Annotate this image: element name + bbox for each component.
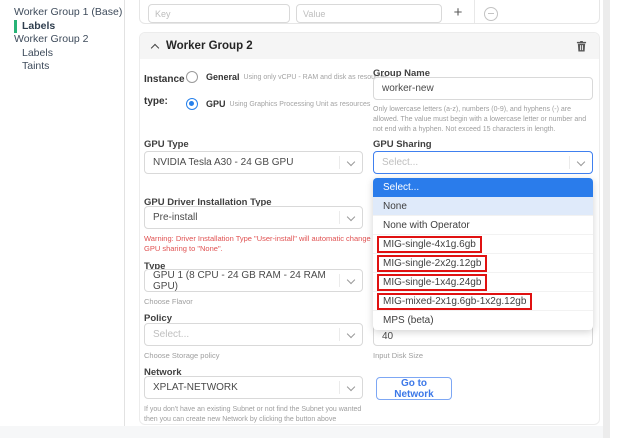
flavor-select[interactable]: GPU 1 (8 CPU - 24 GB RAM - 24 RAM GPU) xyxy=(144,269,363,292)
policy-placeholder: Select... xyxy=(153,329,189,340)
gpu-sharing-select[interactable]: Select... xyxy=(373,151,593,174)
divider xyxy=(474,0,475,23)
chevron-down-icon xyxy=(347,329,355,337)
chevron-down-icon xyxy=(347,275,355,283)
radio-gpu-label: GPU xyxy=(206,99,226,109)
chevron-down-icon xyxy=(347,382,355,390)
option-label: None with Operator xyxy=(383,220,470,231)
select-arrow-zone xyxy=(339,274,362,287)
gpu-sharing-label: GPU Sharing xyxy=(373,139,432,150)
dropdown-option-mig-mixed[interactable]: MIG-mixed-2x1g.6gb-1x2g.12gb xyxy=(373,292,593,311)
sidebar-item-labels-1-active[interactable]: Labels xyxy=(14,20,124,34)
select-arrow-zone xyxy=(339,156,362,169)
option-label: MIG-mixed-2x1g.6gb-1x2g.12gb xyxy=(383,296,526,307)
dropdown-option-mig-single-1x4g[interactable]: MIG-single-1x4g.24gb xyxy=(373,273,593,292)
red-highlight-box: MIG-single-1x4g.24gb xyxy=(377,274,487,291)
option-label: MIG-single-4x1g.6gb xyxy=(383,239,476,250)
worker-group-form-screen: Worker Group 1 (Base) Labels Worker Grou… xyxy=(0,0,624,438)
panel-body: Instance type: General Using only vCPU -… xyxy=(140,59,599,425)
radio-general-icon xyxy=(186,71,198,83)
option-label: None xyxy=(383,201,407,212)
disk-size-value: 40 xyxy=(382,331,393,342)
disk-size-helper: Input Disk Size xyxy=(373,351,423,361)
network-helper: If you don't have an existing Subnet or … xyxy=(144,405,372,424)
sidebar-item-worker-group-2[interactable]: Worker Group 2 xyxy=(0,33,124,47)
flavor-value: GPU 1 (8 CPU - 24 GB RAM - 24 RAM GPU) xyxy=(153,270,339,292)
dropdown-option-none[interactable]: None xyxy=(373,197,593,216)
policy-select[interactable]: Select... xyxy=(144,323,363,346)
gpu-sharing-placeholder: Select... xyxy=(382,157,418,168)
option-label: MIG-single-2x2g.12gb xyxy=(383,258,481,269)
chevron-down-icon xyxy=(577,157,585,165)
gpu-type-value: NVIDIA Tesla A30 - 24 GB GPU xyxy=(153,157,293,168)
dropdown-option-none-with-operator[interactable]: None with Operator xyxy=(373,216,593,235)
dropdown-option-select[interactable]: Select... xyxy=(373,178,593,197)
radio-gpu-icon xyxy=(186,98,198,110)
panel-header: Worker Group 2 xyxy=(140,33,599,59)
sidebar: Worker Group 1 (Base) Labels Worker Grou… xyxy=(0,0,125,426)
option-label: MPS (beta) xyxy=(383,315,434,326)
instance-type-label: Instance type: xyxy=(144,69,185,113)
dropdown-option-mig-single-4x1g[interactable]: MIG-single-4x1g.6gb xyxy=(373,235,593,254)
red-highlight-box: MIG-single-4x1g.6gb xyxy=(377,236,482,253)
gpu-type-label: GPU Type xyxy=(144,139,189,150)
go-to-network-button[interactable]: Go to Network xyxy=(376,377,452,400)
select-arrow-zone xyxy=(339,328,362,341)
worker-group-2-panel: Worker Group 2 Instance type: General Us… xyxy=(139,32,600,425)
sidebar-item-taints[interactable]: Taints xyxy=(0,60,124,74)
dropdown-option-mps-beta[interactable]: MPS (beta) xyxy=(373,311,593,330)
main-content: + Worker Group 2 Instance type: xyxy=(139,0,600,438)
panel-title: Worker Group 2 xyxy=(166,40,253,52)
option-label: Select... xyxy=(383,182,419,193)
gpu-driver-value: Pre-install xyxy=(153,212,197,223)
chevron-down-icon xyxy=(347,157,355,165)
select-arrow-zone xyxy=(339,211,362,224)
group-name-input[interactable] xyxy=(373,77,593,100)
gpu-type-select[interactable]: NVIDIA Tesla A30 - 24 GB GPU xyxy=(144,151,363,174)
trash-icon xyxy=(576,40,587,52)
policy-helper: Choose Storage policy xyxy=(144,351,219,361)
radio-general-label: General xyxy=(206,72,240,82)
red-highlight-box: MIG-mixed-2x1g.6gb-1x2g.12gb xyxy=(377,293,532,310)
collapse-chevron-icon[interactable] xyxy=(151,43,159,51)
labels-key-value-card: + xyxy=(139,0,600,24)
red-highlight-box: MIG-single-2x2g.12gb xyxy=(377,255,487,272)
flavor-helper: Choose Flavor xyxy=(144,297,193,307)
group-name-helper: Only lowercase letters (a-z), numbers (0… xyxy=(373,105,595,135)
key-input[interactable] xyxy=(148,4,290,23)
value-input[interactable] xyxy=(296,4,442,23)
driver-warning-text: Warning: Driver Installation Type "User-… xyxy=(144,234,372,253)
chevron-down-icon xyxy=(347,212,355,220)
scrollbar[interactable] xyxy=(603,0,610,438)
dropdown-option-mig-single-2x2g[interactable]: MIG-single-2x2g.12gb xyxy=(373,254,593,273)
gpu-driver-select[interactable]: Pre-install xyxy=(144,206,363,229)
gpu-sharing-dropdown: Select... None None with Operator MIG-si… xyxy=(373,178,593,330)
add-row-icon[interactable]: + xyxy=(450,5,466,20)
select-arrow-zone xyxy=(569,156,592,169)
radio-gpu-description: Using Graphics Processing Unit as resour… xyxy=(230,101,371,108)
network-select[interactable]: XPLAT-NETWORK xyxy=(144,376,363,399)
radio-general-description: Using only vCPU - RAM and disk as resour… xyxy=(244,74,389,81)
sidebar-item-worker-group-1[interactable]: Worker Group 1 (Base) xyxy=(0,6,124,20)
network-value: XPLAT-NETWORK xyxy=(153,382,238,393)
select-arrow-zone xyxy=(339,381,362,394)
option-label: MIG-single-1x4g.24gb xyxy=(383,277,481,288)
sidebar-item-labels-2[interactable]: Labels xyxy=(0,47,124,61)
radio-general[interactable]: General Using only vCPU - RAM and disk a… xyxy=(186,71,388,83)
delete-group-button[interactable] xyxy=(576,40,587,52)
radio-gpu[interactable]: GPU Using Graphics Processing Unit as re… xyxy=(186,98,370,110)
remove-row-icon[interactable] xyxy=(484,7,498,21)
